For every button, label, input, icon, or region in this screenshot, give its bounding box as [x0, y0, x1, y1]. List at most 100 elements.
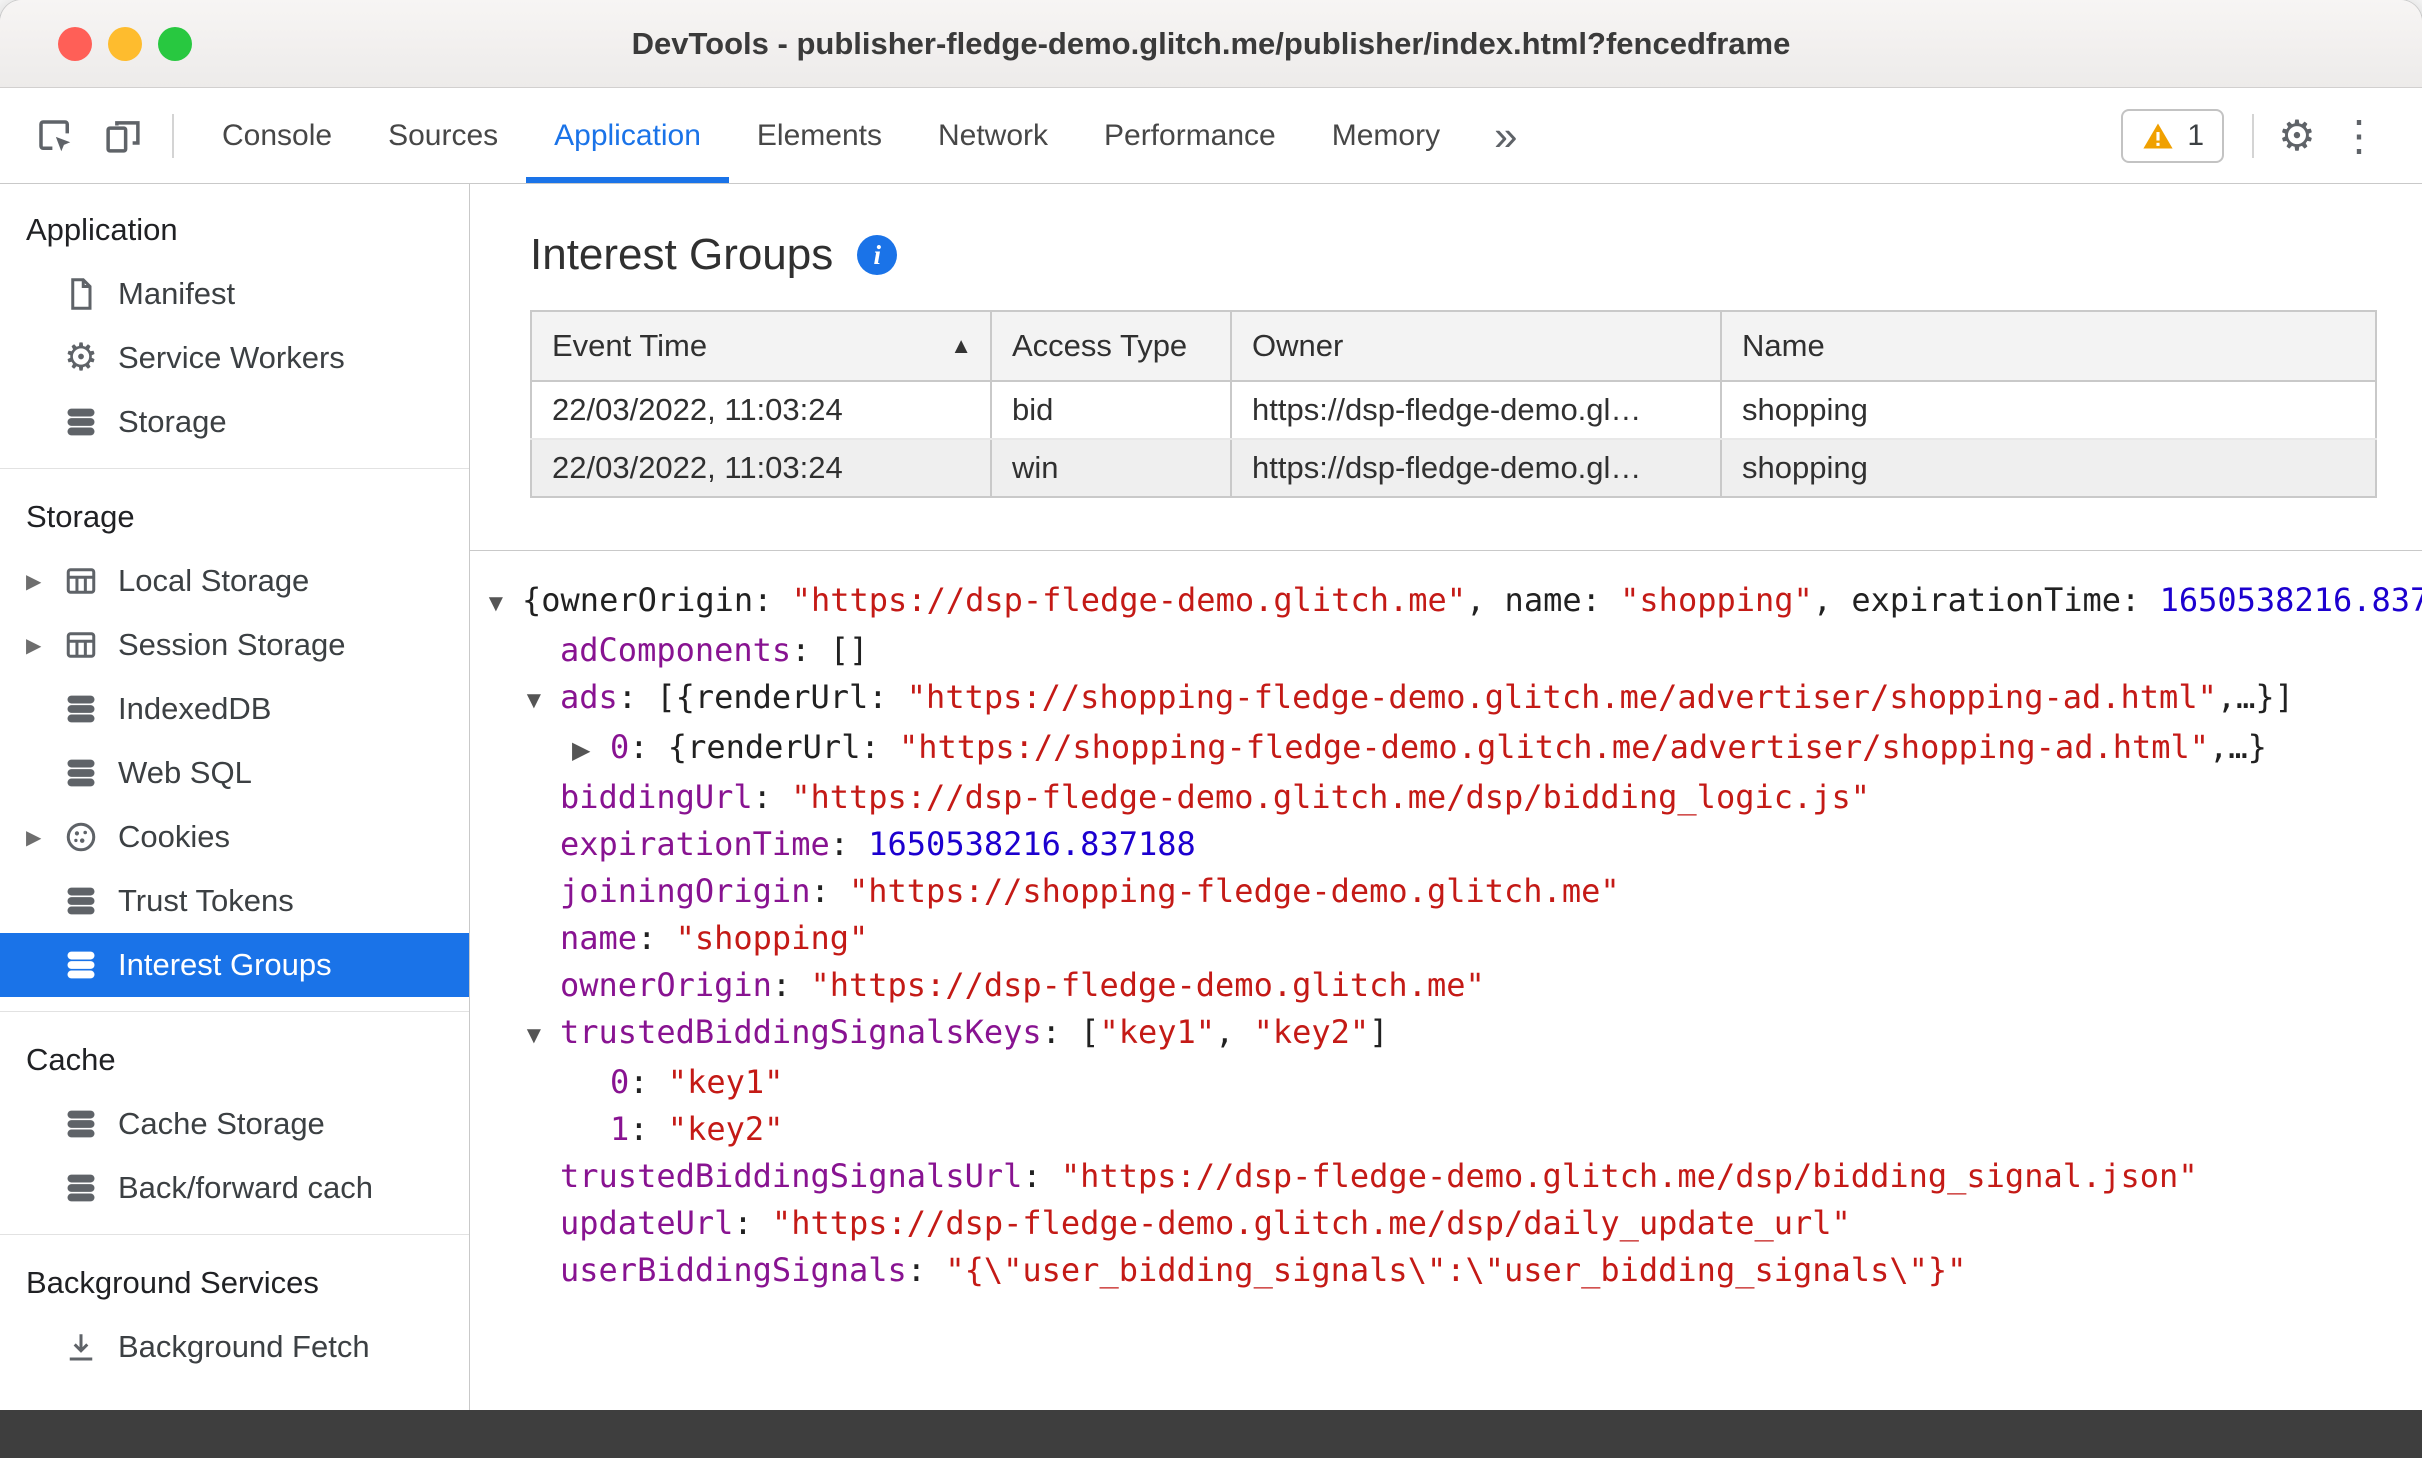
- table-cell: win: [991, 439, 1232, 497]
- sort-ascending-icon: ▲: [950, 333, 972, 358]
- sidebar-item-back-forward-cach[interactable]: Back/forward cach: [0, 1156, 469, 1220]
- sidebar-item-label: Trust Tokens: [118, 883, 294, 918]
- close-button[interactable]: [58, 26, 92, 61]
- tree-line[interactable]: ▼ {ownerOrigin: "https://dsp-fledge-demo.…: [470, 577, 2422, 627]
- sidebar-item-label: Storage: [118, 404, 227, 439]
- sidebar: Application Manifest ⚙ Service Workers Stora…: [0, 184, 470, 1410]
- sidebar-item-session-storage[interactable]: ▶ Session Storage: [0, 613, 469, 677]
- column-header-access-type[interactable]: Access Type: [991, 311, 1232, 382]
- sidebar-item-label: Web SQL: [118, 755, 252, 790]
- tree-expanded-arrow-icon[interactable]: ▼: [522, 1012, 560, 1059]
- sidebar-item-background-fetch[interactable]: Background Fetch: [0, 1315, 469, 1379]
- sidebar-item-web-sql[interactable]: Web SQL: [0, 741, 469, 805]
- tree-segment: "https://dsp-fledge-demo.glitch.me/dsp/b…: [791, 778, 1871, 816]
- tree-line: ownerOrigin: "https://dsp-fledge-demo.gl…: [470, 962, 2422, 1009]
- sidebar-item-trust-tokens[interactable]: Trust Tokens: [0, 869, 469, 933]
- sidebar-item-manifest[interactable]: Manifest: [0, 262, 469, 326]
- tab-sources[interactable]: Sources: [360, 88, 526, 183]
- database-icon: [62, 882, 100, 920]
- sidebar-section-background-services: Background Services Background Fetch: [0, 1245, 469, 1393]
- settings-gear-button[interactable]: ⚙: [2266, 105, 2328, 167]
- table-cell: 22/03/2022, 11:03:24: [531, 381, 992, 440]
- column-label: Owner: [1252, 328, 1344, 363]
- more-tabs-button[interactable]: »: [1468, 112, 1543, 160]
- database-icon: [62, 1105, 100, 1143]
- tree-expanded-arrow-icon[interactable]: ▼: [522, 677, 560, 724]
- tree-line[interactable]: ▼ trustedBiddingSignalsKeys: ["key1", "ke…: [470, 1009, 2422, 1059]
- json-tree: ▼ {ownerOrigin: "https://dsp-fledge-demo.…: [470, 550, 2422, 1410]
- sidebar-item-cache-storage[interactable]: Cache Storage: [0, 1092, 469, 1156]
- warning-badge[interactable]: 1: [2121, 108, 2224, 163]
- sidebar-item-interest-groups[interactable]: Interest Groups: [0, 933, 469, 997]
- warning-count: 1: [2187, 118, 2204, 152]
- tab-network[interactable]: Network: [910, 88, 1076, 183]
- tab-performance[interactable]: Performance: [1076, 88, 1304, 183]
- info-icon[interactable]: i: [857, 235, 898, 275]
- tree-segment: : [{renderUrl:: [617, 678, 907, 716]
- table-row-2[interactable]: 22/03/2022, 11:03:24 win https://dsp-fledg…: [531, 439, 2376, 497]
- database-icon: [62, 946, 100, 984]
- column-header-owner[interactable]: Owner: [1231, 311, 1722, 382]
- tree-line[interactable]: ▼ ads: [{renderUrl: "https://shopping-fle…: [470, 674, 2422, 724]
- sidebar-section-application: Application Manifest ⚙ Service Workers Stora…: [0, 192, 469, 469]
- tree-line: trustedBiddingSignalsUrl: "https://dsp-f…: [470, 1153, 2422, 1200]
- tree-expanded-arrow-icon[interactable]: ▼: [484, 580, 522, 627]
- tree-segment: userBiddingSignals: [560, 1251, 907, 1289]
- table-row-1[interactable]: 22/03/2022, 11:03:24 bid https://dsp-fledg…: [531, 381, 2376, 440]
- sidebar-item-label: Back/forward cach: [118, 1170, 373, 1205]
- tab-console[interactable]: Console: [194, 88, 360, 183]
- table-cell: https://dsp-fledge-demo.gl…: [1231, 439, 1722, 497]
- tree-segment: updateUrl: [560, 1204, 734, 1242]
- sidebar-item-local-storage[interactable]: ▶ Local Storage: [0, 549, 469, 613]
- device-toolbar-button[interactable]: [92, 105, 154, 167]
- tree-segment: 0: [610, 728, 630, 766]
- sidebar-section-cache: Cache Cache Storage Back/forward cach: [0, 1022, 469, 1235]
- tree-line: updateUrl: "https://dsp-fledge-demo.glit…: [470, 1200, 2422, 1247]
- expander-arrow-icon[interactable]: ▶: [26, 633, 62, 658]
- tree-segment: expirationTime: [560, 825, 830, 863]
- tree-collapsed-arrow-icon[interactable]: ▶: [572, 727, 610, 774]
- zoom-button[interactable]: [158, 26, 192, 61]
- sidebar-item-indexeddb[interactable]: IndexedDB: [0, 677, 469, 741]
- sidebar-item-cookies[interactable]: ▶ Cookies: [0, 805, 469, 869]
- tree-segment: name: [560, 919, 638, 957]
- toolbar-separator: [172, 113, 174, 158]
- column-header-event-time[interactable]: Event Time ▲: [531, 311, 992, 382]
- main-panel: Interest Groups i Event Time ▲ Access Type…: [470, 184, 2422, 1410]
- tree-segment: :: [637, 919, 676, 957]
- tab-elements[interactable]: Elements: [729, 88, 910, 183]
- tree-segment: ownerOrigin: [560, 966, 772, 1004]
- tree-segment: "key1": [667, 1063, 784, 1101]
- devtools-window: DevTools - publisher-fledge-demo.glitch.…: [0, 0, 2422, 1410]
- tree-line: biddingUrl: "https://dsp-fledge-demo.gli…: [470, 774, 2422, 821]
- sidebar-item-service-workers[interactable]: ⚙ Service Workers: [0, 326, 469, 390]
- tab-application[interactable]: Application: [526, 88, 729, 183]
- tree-segment: "https://dsp-fledge-demo.glitch.me": [791, 581, 1467, 619]
- expander-arrow-icon[interactable]: ▶: [26, 825, 62, 850]
- sidebar-item-label: IndexedDB: [118, 691, 272, 726]
- devtools-body: Application Manifest ⚙ Service Workers Stora…: [0, 184, 2422, 1410]
- sidebar-item-storage[interactable]: Storage: [0, 390, 469, 454]
- sidebar-item-label: Interest Groups: [118, 947, 332, 982]
- tree-segment: :: [629, 1110, 668, 1148]
- tree-segment: 1: [610, 1110, 630, 1148]
- tree-segment: : {renderUrl:: [629, 728, 899, 766]
- tree-segment: :: [771, 966, 811, 1004]
- tree-segment: "https://dsp-fledge-demo.glitch.me/dsp/d…: [771, 1204, 1851, 1242]
- sidebar-item-label: Local Storage: [118, 563, 310, 598]
- minimize-button[interactable]: [108, 26, 142, 61]
- tree-segment: :: [810, 872, 849, 910]
- inspect-button[interactable]: [24, 105, 86, 167]
- tree-line[interactable]: ▶ 0: {renderUrl: "https://shopping-fledge…: [470, 724, 2422, 774]
- tree-segment: "https://shopping-fledge-demo.glitch.me": [848, 872, 1620, 910]
- expander-arrow-icon[interactable]: ▶: [26, 569, 62, 594]
- tree-segment: joiningOrigin: [560, 872, 811, 910]
- column-label: Event Time: [552, 328, 708, 363]
- column-header-name[interactable]: Name: [1721, 311, 2376, 382]
- tab-memory[interactable]: Memory: [1304, 88, 1468, 183]
- tree-segment: "shopping": [675, 919, 869, 957]
- kebab-menu-button[interactable]: ⋮: [2328, 105, 2390, 167]
- tree-segment: ,…}: [2209, 728, 2267, 766]
- main-header: Interest Groups i: [470, 184, 2422, 310]
- toolbar-separator: [2252, 113, 2254, 158]
